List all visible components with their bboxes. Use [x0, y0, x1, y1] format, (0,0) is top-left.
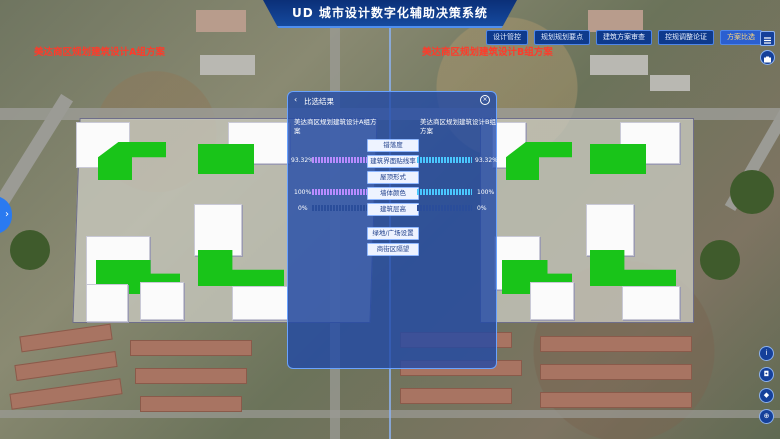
tab-design-control[interactable]: 设计管控 [486, 30, 528, 45]
building-a4[interactable] [232, 286, 288, 320]
residential-block [140, 396, 242, 412]
chevron-right-icon: › [5, 209, 9, 220]
metric-b-pct: 93.32% [475, 157, 498, 164]
metric-button[interactable]: 绿地/广场设置 [367, 227, 419, 240]
residential-block [14, 350, 118, 382]
metric-a-bar [312, 189, 367, 195]
tab-building-review[interactable]: 建筑方案审查 [596, 30, 652, 45]
list-icon[interactable] [760, 31, 775, 46]
green-roof-b2 [590, 144, 646, 174]
top-nav-tabs: 设计管控 规划规划要点 建筑方案审查 控规调整论证 方案比选 [486, 30, 762, 45]
metric-button[interactable]: 屋顶形式 [367, 171, 419, 184]
metric-button[interactable]: 建筑界面贴线率 [367, 155, 419, 168]
camera-icon[interactable] [760, 50, 775, 65]
metric-button[interactable]: 商街区隔望 [367, 243, 419, 256]
scheme-label-a: 美达商区规划建筑设计A组方案 [34, 47, 165, 58]
right-toolbar: i ◘ ◆ ⊕ [759, 346, 774, 424]
building-a6[interactable] [86, 284, 128, 322]
residential-block [19, 323, 113, 353]
tree-cluster [10, 230, 50, 270]
building-a7[interactable] [140, 282, 184, 320]
panel-header: ‹ 比选结果 × [288, 92, 496, 110]
existing-building [650, 75, 690, 91]
metric-a-bar [312, 157, 367, 163]
panel-title: 比选结果 [304, 97, 334, 106]
layers-icon[interactable]: ◆ [759, 388, 774, 403]
camera-icon[interactable]: ◘ [759, 367, 774, 382]
residential-block [540, 364, 692, 380]
metric-b-bar [417, 157, 472, 163]
chevron-left-icon[interactable]: ‹ [294, 95, 297, 104]
scheme-label-b: 美达商区规划建筑设计B组方案 [422, 47, 553, 58]
scheme-b-heading: 美达商区规划建筑设计B组方案 [420, 118, 496, 135]
metric-a-pct: 100% [294, 189, 312, 196]
building-b6[interactable] [530, 282, 574, 320]
scheme-a-heading: 美达商区规划建筑设计A组方案 [294, 118, 377, 135]
metric-a-pct: 0% [298, 205, 308, 212]
residential-block [540, 336, 692, 352]
green-roof-a2 [198, 144, 254, 174]
building-b4[interactable] [622, 286, 680, 320]
metric-button[interactable]: 建筑层高 [367, 203, 419, 216]
metric-b-bar [417, 205, 472, 211]
compass-icon[interactable]: ⊕ [759, 409, 774, 424]
residential-block [9, 378, 123, 410]
residential-block [130, 340, 252, 356]
metric-b-pct: 0% [477, 205, 487, 212]
existing-building [200, 55, 255, 75]
metric-a-pct: 93.32% [291, 157, 314, 164]
metric-button[interactable]: 墙体颜色 [367, 187, 419, 200]
app-title: UD 城市设计数字化辅助决策系统 [292, 6, 488, 20]
compare-result-panel: ‹ 比选结果 × 美达商区规划建筑设计A组方案 美达商区规划建筑设计B组方案 错… [287, 91, 498, 369]
residential-block [135, 368, 247, 384]
residential-block [400, 388, 512, 404]
close-icon[interactable]: × [480, 95, 490, 105]
residential-block [540, 392, 692, 408]
existing-building [590, 55, 648, 75]
tree-cluster [700, 240, 740, 280]
building-b3[interactable] [586, 204, 634, 256]
tab-scheme-compare[interactable]: 方案比选 [720, 30, 762, 45]
building-a3[interactable] [194, 204, 242, 256]
existing-building [588, 10, 643, 32]
app-title-bar: UD 城市设计数字化辅助决策系统 [263, 0, 517, 28]
info-icon[interactable]: i [759, 346, 774, 361]
metric-b-bar [417, 189, 472, 195]
tab-planning-points[interactable]: 规划规划要点 [534, 30, 590, 45]
existing-building [196, 10, 246, 32]
metric-a-bar [312, 205, 367, 211]
tree-cluster [730, 170, 774, 214]
metric-b-pct: 100% [477, 189, 495, 196]
tab-regulation-adjust[interactable]: 控规调整论证 [658, 30, 714, 45]
metric-button[interactable]: 错落度 [367, 139, 419, 152]
